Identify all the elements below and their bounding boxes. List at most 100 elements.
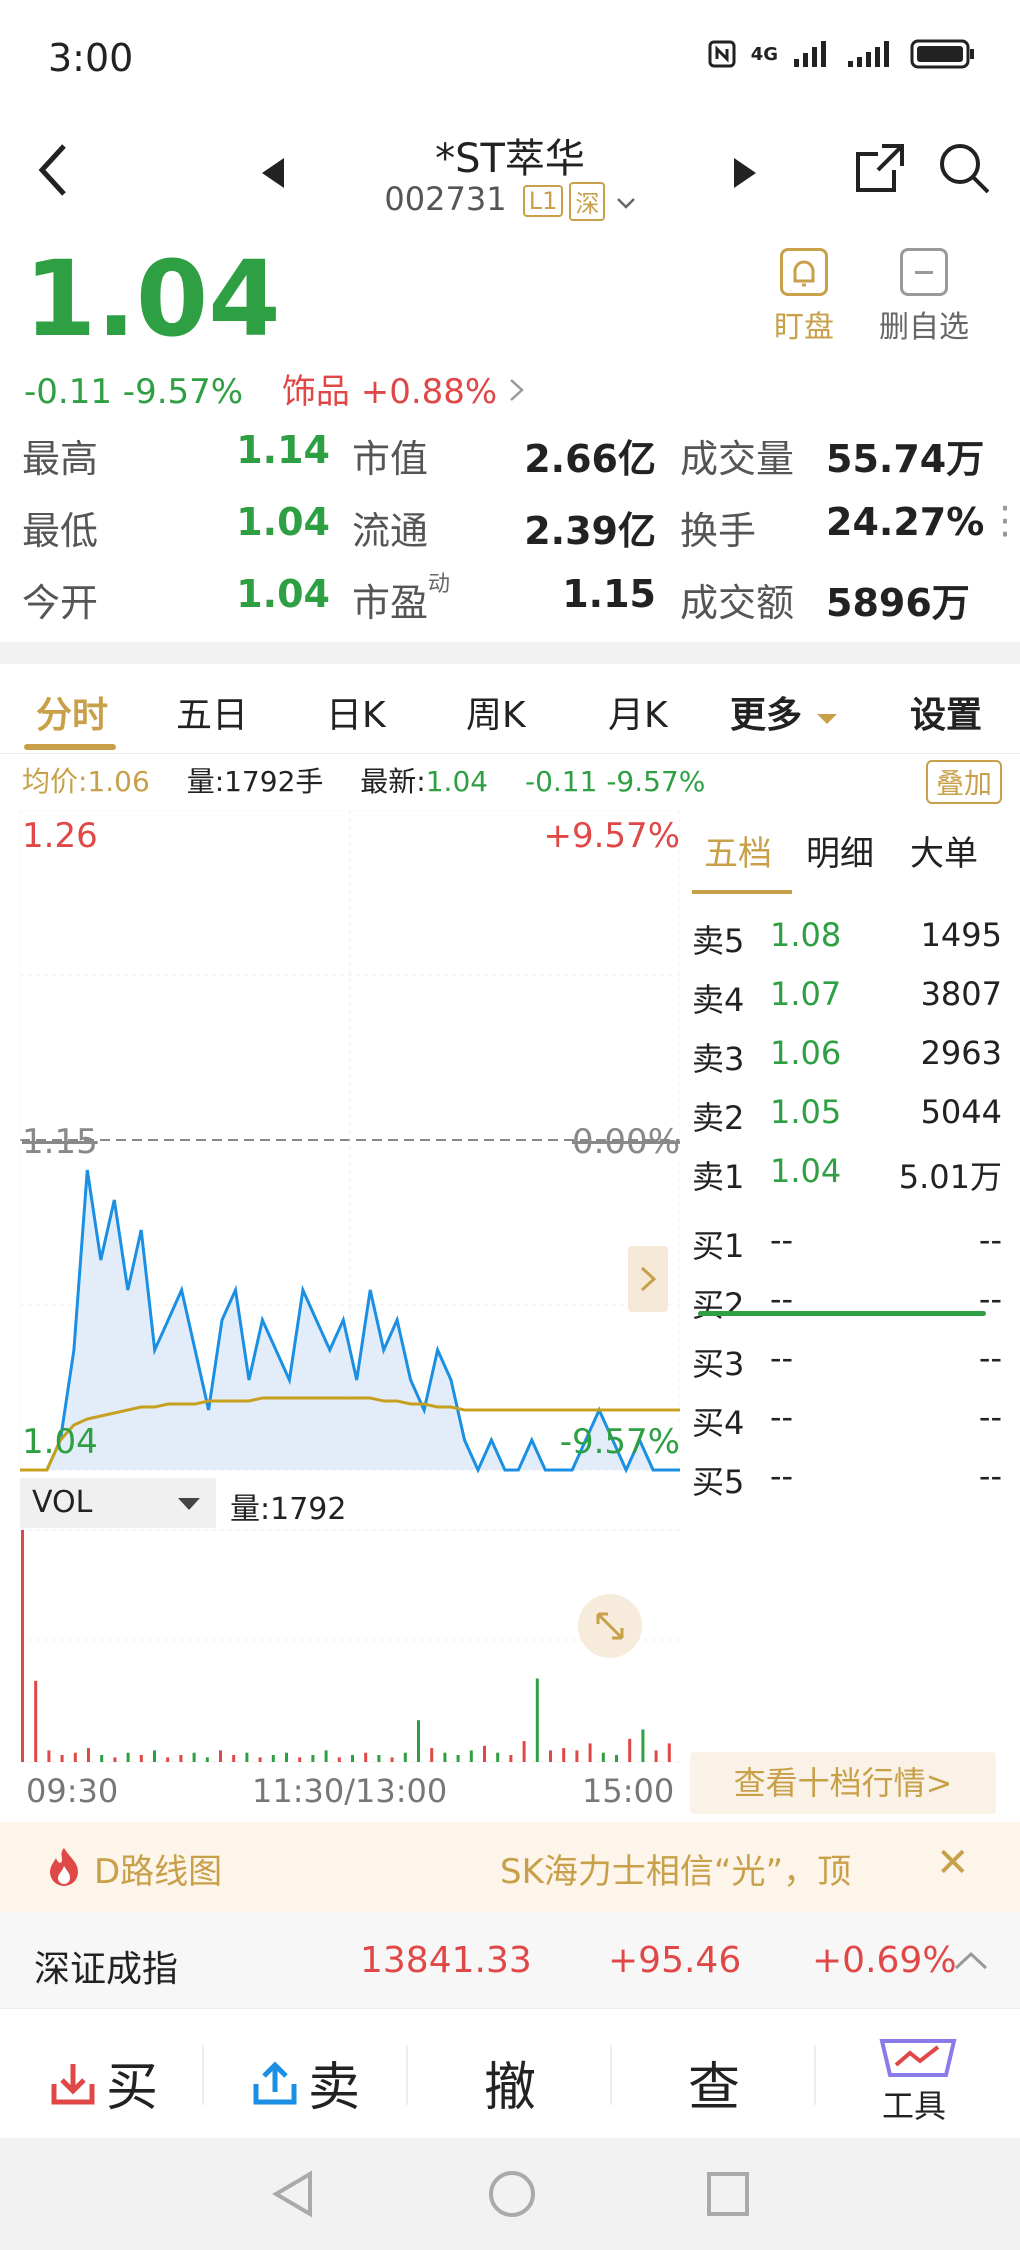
view-ten-levels-button[interactable]: 查看十档行情> [690, 1752, 996, 1814]
status-time: 3:00 [48, 36, 134, 80]
bid-row[interactable]: 买3 -- -- [692, 1339, 1002, 1399]
mid-pct-label: 0.00% [571, 1122, 680, 1162]
high-value: 1.14 [236, 428, 330, 472]
level-label: 买1 [692, 1227, 745, 1265]
float-label: 流通 [352, 509, 429, 553]
volume-bar [139, 1755, 143, 1762]
volume-bar [258, 1757, 262, 1762]
tab-weekly-k[interactable]: 周K [466, 686, 526, 738]
pe-superscript: 动 [428, 572, 451, 597]
volume-bar [535, 1678, 539, 1762]
bid-row[interactable]: 买4 -- -- [692, 1398, 1002, 1458]
top-price-label: 1.26 [22, 816, 98, 856]
turnover-label: 换手 [680, 509, 757, 553]
active-tab-indicator [24, 744, 116, 750]
volume-label: 成交量 [680, 437, 795, 481]
tab-level5[interactable]: 五档 [704, 826, 772, 875]
chevron-down-icon [616, 198, 635, 209]
bid-row[interactable]: 买1 -- -- [692, 1221, 1002, 1281]
tab-large-orders[interactable]: 大单 [910, 826, 978, 875]
volume-bar [628, 1738, 632, 1762]
download-icon [51, 2063, 95, 2104]
close-icon[interactable]: ✕ [936, 1840, 970, 1886]
chevron-right-icon [510, 379, 524, 401]
buy-button[interactable]: 买 [48, 2045, 158, 2120]
ask-row[interactable]: 卖3 1.06 2963 [692, 1034, 1002, 1094]
tab-settings[interactable]: 设置 [910, 686, 982, 738]
nav-back-icon[interactable] [270, 2168, 318, 2220]
next-stock-icon[interactable] [732, 156, 758, 190]
cancel-label: 撤 [484, 2058, 537, 2118]
tab-five-day[interactable]: 五日 [176, 686, 248, 738]
cancel-order-button[interactable]: 撤 [484, 2045, 536, 2120]
tab-more-label: 更多 [730, 695, 803, 736]
volume-bar [126, 1752, 130, 1762]
indicator-label: VOL [32, 1485, 93, 1520]
search-icon[interactable] [936, 140, 992, 196]
volume-bar [87, 1748, 90, 1762]
overlay-button[interactable]: 叠加 [925, 760, 1002, 804]
watch-button[interactable]: 盯盘 [744, 248, 864, 346]
chevron-up-icon[interactable] [954, 1950, 988, 1972]
status-icons: 4G [707, 38, 976, 70]
index-ticker[interactable]: 深证成指 13841.33 +95.46 +0.69% [0, 1912, 1020, 2008]
sector-link[interactable]: 饰品 +0.88% [282, 372, 497, 412]
level-price: -- [770, 1398, 794, 1436]
volume-bar [430, 1748, 434, 1762]
bid-row[interactable]: 买5 -- -- [692, 1457, 1002, 1517]
indicator-selector[interactable]: VOL [20, 1478, 216, 1528]
tools-button[interactable]: 工具 [872, 2031, 964, 2125]
index-change: +95.46 [608, 1940, 742, 1981]
ask-row[interactable]: 卖1 1.04 5.01万 [692, 1152, 1002, 1212]
level-price: 1.06 [770, 1034, 842, 1072]
ask-row[interactable]: 卖5 1.08 1495 [692, 916, 1002, 976]
query-button[interactable]: 查 [688, 2045, 740, 2120]
volume-bar [47, 1750, 51, 1762]
volume-bar [509, 1755, 513, 1762]
volume-bar [153, 1750, 156, 1762]
sell-label: 卖 [308, 2058, 361, 2118]
level-label: 卖4 [692, 981, 745, 1019]
x-axis-end: 15:00 [582, 1772, 675, 1810]
volume-bar [403, 1752, 407, 1762]
index-name: 深证成指 [34, 1949, 179, 1990]
tab-daily-k[interactable]: 日K [326, 686, 386, 738]
volume-bar [271, 1755, 275, 1762]
volume-bar [654, 1750, 658, 1762]
tab-detail[interactable]: 明细 [806, 826, 874, 875]
more-stats-icon[interactable]: ⋮ [986, 498, 1020, 542]
volume-bar [575, 1750, 579, 1762]
remove-watchlist-button[interactable]: 删自选 [864, 248, 984, 346]
share-icon[interactable] [852, 140, 908, 196]
news-banner[interactable]: D路线图 SK海力士相信“光”，顶 ✕ [0, 1822, 1020, 1912]
tab-monthly-k[interactable]: 月K [608, 686, 668, 738]
level-label: 卖2 [692, 1099, 745, 1137]
level-qty: 3807 [920, 975, 1002, 1013]
ask-row[interactable]: 卖2 1.05 5044 [692, 1093, 1002, 1153]
low-value: 1.04 [236, 500, 330, 544]
intraday-chart[interactable]: 1.26 +9.57% 1.15 0.00% 1.04 -9.57% VOL 量… [19, 809, 681, 1770]
sell-button[interactable]: 卖 [250, 2045, 360, 2120]
volume-bar [34, 1680, 38, 1762]
tab-more[interactable]: 更多 [730, 686, 839, 738]
current-price: 1.04 [24, 238, 281, 360]
volume-bar [21, 1530, 24, 1762]
expand-panel-button[interactable] [628, 1246, 668, 1312]
sector-change: +0.88% [360, 372, 498, 412]
divider [0, 642, 1020, 664]
mid-price-label: 1.15 [22, 1122, 98, 1162]
volume-bar [522, 1741, 526, 1762]
tab-intraday[interactable]: 分时 [36, 686, 108, 738]
nav-recents-icon[interactable] [704, 2168, 752, 2220]
level-price: -- [770, 1339, 794, 1377]
bid-row[interactable]: 买2 -- -- [692, 1280, 1002, 1340]
volume-bar [100, 1755, 104, 1762]
level-qty: -- [978, 1221, 1002, 1259]
ask-row[interactable]: 卖4 1.07 3807 [692, 975, 1002, 1035]
float-value: 2.39亿 [524, 509, 656, 553]
open-label: 今开 [22, 581, 99, 625]
fullscreen-button[interactable] [578, 1594, 642, 1658]
watch-label: 盯盘 [774, 310, 834, 345]
banner-left-text: D路线图 [94, 1852, 223, 1892]
nav-home-icon[interactable] [486, 2168, 538, 2220]
